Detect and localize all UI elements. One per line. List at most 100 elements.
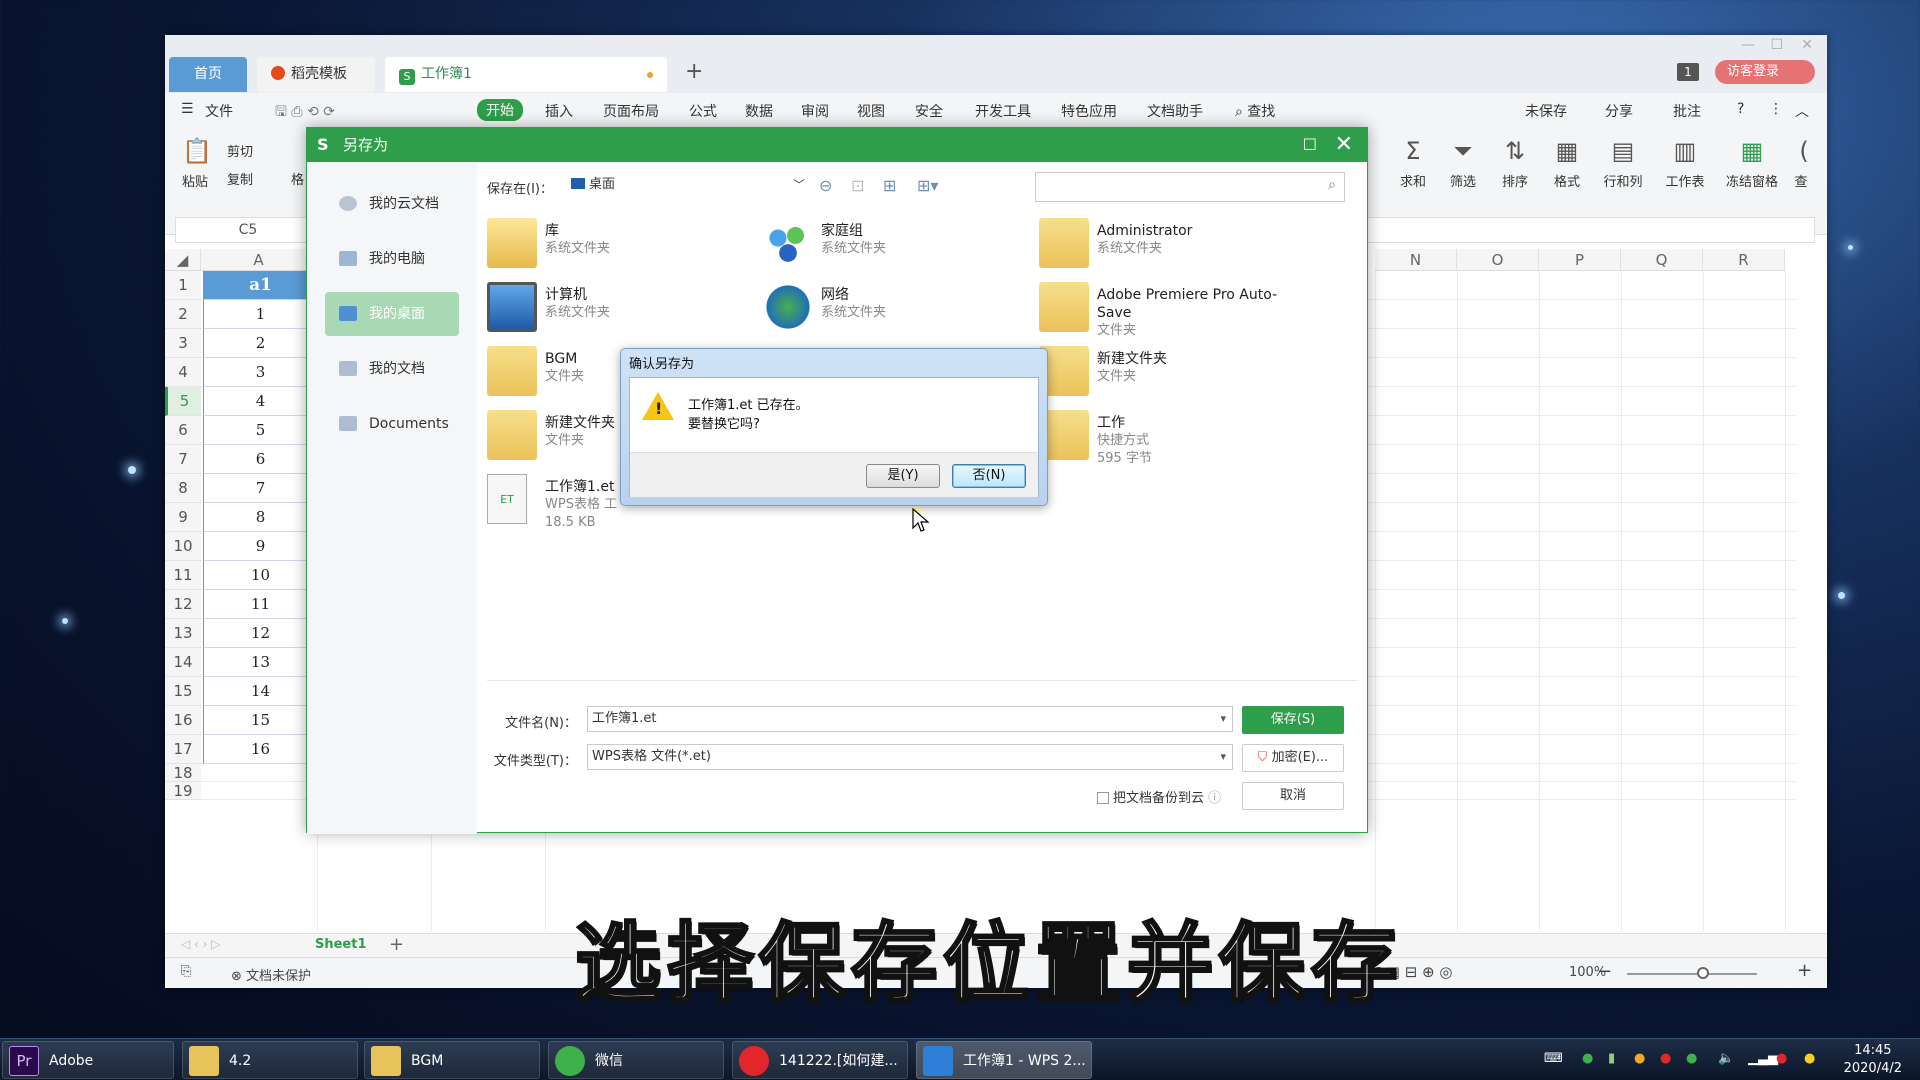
select-all-corner[interactable]: ◢ [165,249,201,271]
table-cell[interactable]: 15 [203,706,317,735]
file-item[interactable]: 工作 快捷方式 595 字节 [1039,410,1299,466]
table-cell[interactable]: 13 [203,648,317,677]
tray-network-icon[interactable]: ▁▃▅ [1748,1051,1778,1066]
format-button[interactable]: ▦ 格式 [1545,137,1589,190]
collapse-ribbon-icon[interactable]: ︿ [1795,101,1809,121]
tab-workbook[interactable]: S 工作簿1 [385,57,667,92]
tray-green-icon[interactable]: ● [1686,1051,1697,1066]
tray-netease-icon[interactable]: ● [1660,1051,1671,1066]
column-header-q[interactable]: Q [1621,249,1703,271]
row-header[interactable]: 2 [165,300,201,329]
table-cell[interactable]: 14 [203,677,317,706]
macro-icon[interactable]: ⎘ [181,964,191,979]
table-cell[interactable]: 8 [203,503,317,532]
menu-special[interactable]: 特色应用 [1061,101,1117,121]
add-sheet-icon[interactable]: + [389,934,404,955]
menu-review[interactable]: 审阅 [801,101,829,121]
cancel-button[interactable]: 取消 [1242,782,1344,810]
close-icon[interactable]: ✕ [1801,37,1813,53]
row-header[interactable]: 1 [165,271,201,300]
column-header-n[interactable]: N [1375,249,1457,271]
location-select[interactable]: 桌面 ﹀ [565,172,809,198]
sheet-nav-icons[interactable]: ◁ ‹ › ▷ [181,937,221,951]
row-header[interactable]: 14 [165,648,201,677]
back-icon[interactable]: ⊖ [819,176,832,195]
zoom-slider-thumb[interactable] [1697,967,1709,979]
filename-input[interactable]: 工作簿1.et ▾ [587,706,1233,732]
column-header-p[interactable]: P [1539,249,1621,271]
name-box[interactable]: C5 [176,218,321,242]
maximize-icon[interactable]: ☐ [1770,37,1783,53]
checkbox-box[interactable] [1097,792,1109,804]
column-header-r[interactable]: R [1703,249,1785,271]
column-header-a[interactable]: A [201,249,317,271]
sidebar-item-documents[interactable]: Documents [325,402,459,446]
taskbar-item-folder-42[interactable]: 4.2 [182,1041,358,1079]
freeze-button[interactable]: ▦ 冻结窗格 [1719,137,1785,190]
menu-formula[interactable]: 公式 [689,101,717,121]
tray-chart-icon[interactable]: ▮ [1608,1051,1615,1066]
row-header[interactable]: 12 [165,590,201,619]
chevron-down-icon[interactable]: ▾ [1220,707,1226,731]
row-header[interactable]: 15 [165,677,201,706]
menu-page-layout[interactable]: 页面布局 [603,101,659,121]
row-header[interactable]: 5 [165,387,201,416]
table-cell[interactable]: 16 [203,735,317,764]
filter-button[interactable]: ⏷ 筛选 [1441,137,1485,190]
unsaved-status[interactable]: 未保存 [1525,101,1567,121]
zoom-slider[interactable] [1627,973,1757,975]
menu-doc-assistant[interactable]: 文档助手 [1147,101,1203,121]
table-cell[interactable]: 11 [203,590,317,619]
tray-keyboard-icon[interactable]: ⌨ [1544,1051,1563,1066]
file-item[interactable]: 计算机 系统文件夹 [487,282,747,338]
comment-button[interactable]: 批注 [1673,101,1701,121]
find-button[interactable]: (查 [1791,137,1811,190]
paste-button[interactable]: 📋 粘贴 [175,137,215,190]
sort-button[interactable]: ⇅ 排序 [1493,137,1537,190]
search-input[interactable]: ⌕ [1035,172,1345,202]
table-cell[interactable]: 3 [203,358,317,387]
row-header[interactable]: 10 [165,532,201,561]
sum-button[interactable]: Σ 求和 [1391,137,1435,190]
sidebar-item-my-computer[interactable]: 我的电脑 [325,237,459,281]
filetype-select[interactable]: WPS表格 文件(*.et) ▾ [587,744,1233,770]
tray-app-icon[interactable]: ● [1634,1051,1645,1066]
table-cell[interactable]: 12 [203,619,317,648]
tab-home[interactable]: 首页 [169,57,247,92]
help-icon[interactable]: ⓘ [1208,791,1221,806]
menu-insert[interactable]: 插入 [545,101,573,121]
sidebar-item-desktop[interactable]: 我的桌面 [325,292,459,336]
copy-button[interactable]: 复制 [227,169,253,188]
row-header[interactable]: 3 [165,329,201,358]
new-tab-icon[interactable]: + [685,59,703,84]
toolbar-quick-icons[interactable]: 🖫 ⎙ ⟲ ⟳ [275,101,335,125]
row-header[interactable]: 11 [165,561,201,590]
view-mode-icon[interactable]: ⊞▾ [917,176,938,195]
table-cell[interactable]: 7 [203,474,317,503]
menu-view[interactable]: 视图 [857,101,885,121]
help-icon[interactable]: ? [1737,101,1744,117]
up-folder-icon[interactable]: ⊡ [851,176,864,195]
row-header[interactable]: 9 [165,503,201,532]
row-header[interactable]: 13 [165,619,201,648]
new-folder-icon[interactable]: ⊞ [883,176,896,195]
taskbar-item-netease-music[interactable]: 141222.[如何建... [732,1041,908,1079]
table-cell[interactable]: 10 [203,561,317,590]
row-col-button[interactable]: ▤ 行和列 [1595,137,1651,190]
tray-emoji-icon[interactable]: ● [1804,1051,1815,1066]
table-cell[interactable]: 6 [203,445,317,474]
menu-data[interactable]: 数据 [745,101,773,121]
clock[interactable]: 14:45 2020/4/2 [1844,1042,1902,1078]
table-cell[interactable]: a1 [203,271,317,300]
cloud-backup-checkbox[interactable]: 把文档备份到云 ⓘ [1097,787,1221,806]
file-item[interactable]: 新建文件夹 文件夹 [1039,346,1299,402]
minimize-icon[interactable]: — [1741,37,1755,53]
yes-button[interactable]: 是(Y) [866,464,940,488]
column-header-o[interactable]: O [1457,249,1539,271]
table-cell[interactable]: 9 [203,532,317,561]
taskbar-item-wps[interactable]: 工作簿1 - WPS 2... [916,1041,1092,1079]
maximize-icon[interactable]: ☐ [1303,128,1317,162]
row-header[interactable]: 4 [165,358,201,387]
guest-login-button[interactable]: 访客登录 [1715,60,1815,84]
more-icon[interactable]: ⋮ [1769,101,1783,117]
